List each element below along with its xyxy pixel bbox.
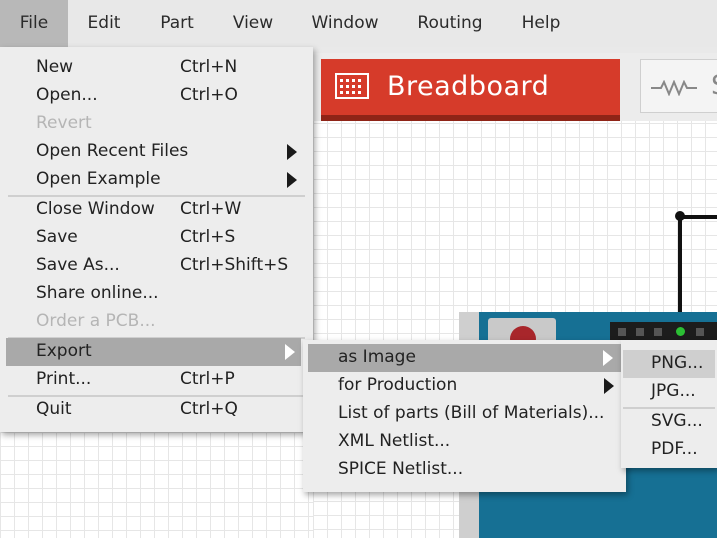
connected-pin (676, 327, 685, 336)
menu-item-list-of-parts[interactable]: List of parts (Bill of Materials)... (303, 400, 626, 428)
header-pin (636, 328, 644, 336)
header-pin (696, 328, 704, 336)
menu-item-shortcut: Ctrl+P (180, 369, 235, 389)
menu-item-label: Close Window (36, 199, 155, 219)
menu-edit[interactable]: Edit (76, 0, 132, 47)
menu-window[interactable]: Window (300, 0, 390, 47)
submenu-arrow-icon (603, 350, 613, 366)
menu-item-png[interactable]: PNG... (623, 350, 715, 378)
menu-item-label: Open Example (36, 169, 161, 189)
menu-item-close-window[interactable]: Close Window Ctrl+W (0, 196, 313, 224)
menu-item-label: JPG... (651, 381, 696, 401)
image-format-submenu: PNG... JPG... SVG... PDF... (621, 340, 717, 468)
menu-item-label: Save As... (36, 255, 120, 275)
menu-item-svg[interactable]: SVG... (621, 408, 717, 436)
menu-part[interactable]: Part (148, 0, 206, 47)
wire-bendpoint[interactable] (675, 211, 685, 221)
menu-item-label: SPICE Netlist... (338, 459, 464, 479)
menu-item-open-recent-files[interactable]: Open Recent Files (0, 138, 313, 166)
menu-item-shortcut: Ctrl+Q (180, 399, 238, 419)
menu-help[interactable]: Help (510, 0, 572, 47)
menu-item-share-online[interactable]: Share online... (0, 280, 313, 308)
menu-item-label: for Production (338, 375, 458, 395)
menu-item-pdf[interactable]: PDF... (621, 436, 717, 464)
resistor-icon (651, 80, 697, 96)
submenu-arrow-icon (287, 144, 297, 160)
menu-item-label: Order a PCB... (36, 311, 156, 331)
menu-item-print[interactable]: Print... Ctrl+P (0, 366, 313, 394)
submenu-arrow-icon (287, 172, 297, 188)
canvas-grid-left (0, 432, 313, 538)
submenu-arrow-icon (285, 344, 295, 360)
header-pin (618, 328, 626, 336)
menu-item-label: SVG... (651, 411, 703, 431)
menu-item-order-pcb: Order a PCB... (0, 308, 313, 336)
header-pin (654, 328, 662, 336)
menu-item-as-image[interactable]: as Image (308, 344, 621, 372)
menu-item-label: PNG... (651, 353, 704, 373)
tab-schematic[interactable]: S (640, 59, 717, 113)
menu-item-label: as Image (338, 347, 416, 367)
menu-item-jpg[interactable]: JPG... (621, 378, 717, 406)
menu-item-label: Open... (36, 85, 98, 105)
menu-item-xml-netlist[interactable]: XML Netlist... (303, 428, 626, 456)
menu-item-label: New (36, 57, 74, 77)
tab-breadboard[interactable]: Breadboard (321, 59, 620, 121)
menu-item-label: Save (36, 227, 78, 247)
menu-item-label: Revert (36, 113, 92, 133)
menu-item-shortcut: Ctrl+O (180, 85, 238, 105)
menu-item-label: Print... (36, 369, 92, 389)
menu-item-quit[interactable]: Quit Ctrl+Q (0, 396, 313, 424)
breadboard-icon (335, 73, 369, 99)
menu-item-new[interactable]: New Ctrl+N (0, 54, 313, 82)
menu-item-shortcut: Ctrl+Shift+S (180, 255, 289, 275)
menu-routing[interactable]: Routing (406, 0, 494, 47)
menu-item-open[interactable]: Open... Ctrl+O (0, 82, 313, 110)
menu-file[interactable]: File (0, 0, 68, 47)
menu-item-label: XML Netlist... (338, 431, 451, 451)
menu-item-shortcut: Ctrl+S (180, 227, 236, 247)
menu-item-for-production[interactable]: for Production (303, 372, 626, 400)
menu-item-label: List of parts (Bill of Materials)... (338, 403, 605, 423)
menu-item-save-as[interactable]: Save As... Ctrl+Shift+S (0, 252, 313, 280)
tab-schematic-label: S (711, 70, 717, 101)
menu-item-save[interactable]: Save Ctrl+S (0, 224, 313, 252)
menu-item-label: PDF... (651, 439, 698, 459)
menu-item-open-example[interactable]: Open Example (0, 166, 313, 194)
menu-item-revert: Revert (0, 110, 313, 138)
menu-item-spice-netlist[interactable]: SPICE Netlist... (303, 456, 626, 484)
menu-bar: File Edit Part View Window Routing Help (0, 0, 717, 47)
menu-item-label: Open Recent Files (36, 141, 189, 161)
menu-item-label: Export (36, 341, 92, 361)
menu-item-shortcut: Ctrl+N (180, 57, 238, 77)
menu-item-shortcut: Ctrl+W (180, 199, 242, 219)
menu-view[interactable]: View (222, 0, 284, 47)
submenu-arrow-icon (604, 378, 614, 394)
menu-item-export[interactable]: Export (6, 338, 301, 366)
export-submenu: as Image for Production List of parts (B… (303, 340, 626, 492)
tab-breadboard-label: Breadboard (387, 71, 550, 102)
menu-item-label: Share online... (36, 283, 159, 303)
file-menu: New Ctrl+N Open... Ctrl+O Revert Open Re… (0, 47, 313, 432)
menu-item-label: Quit (36, 399, 72, 419)
